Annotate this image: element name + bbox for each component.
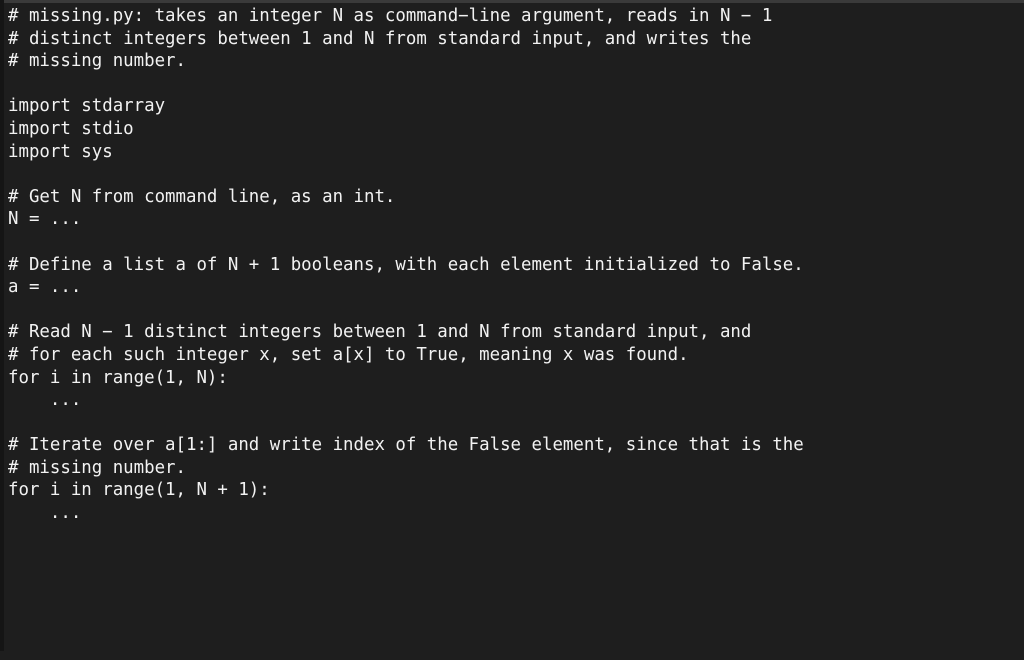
code-line: N = ... bbox=[8, 209, 82, 230]
code-line: # Get N from command line, as an int. bbox=[8, 186, 396, 207]
code-line: import stdarray bbox=[8, 96, 166, 117]
code-line: # missing.py: takes an integer N as comm… bbox=[8, 6, 773, 26]
code-line: a = ... bbox=[8, 277, 82, 298]
code-line: # Define a list a of N + 1 booleans, wit… bbox=[8, 254, 804, 275]
code-line: # missing number. bbox=[8, 457, 186, 478]
code-line: import stdio bbox=[8, 118, 134, 139]
code-line: # for each such integer x, set a[x] to T… bbox=[8, 344, 689, 365]
code-line: # Read N − 1 distinct integers between 1… bbox=[8, 322, 752, 343]
code-line: # Iterate over a[1:] and write index of … bbox=[8, 435, 804, 456]
code-line: # missing number. bbox=[8, 51, 186, 72]
code-line: import sys bbox=[8, 141, 113, 162]
code-line: ... bbox=[8, 390, 82, 411]
code-line: for i in range(1, N + 1): bbox=[8, 480, 270, 501]
code-line: # distinct integers between 1 and N from… bbox=[8, 28, 752, 49]
code-line: ... bbox=[8, 503, 82, 524]
code-text-area[interactable]: # missing.py: takes an integer N as comm… bbox=[4, 3, 1024, 651]
code-line: for i in range(1, N): bbox=[8, 367, 228, 388]
code-editor-window: # missing.py: takes an integer N as comm… bbox=[0, 0, 1024, 651]
